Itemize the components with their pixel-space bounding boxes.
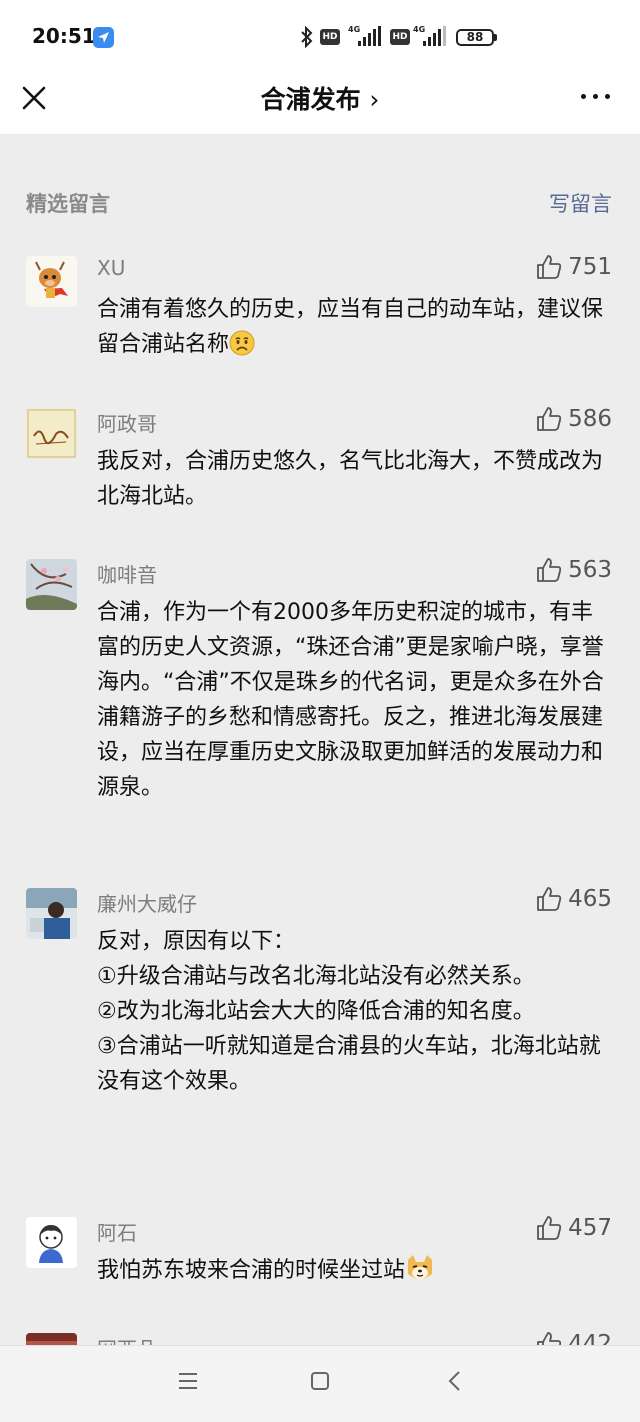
thumbs-up-icon <box>537 887 562 911</box>
avatar[interactable] <box>26 408 77 459</box>
chevron-right-icon: › <box>369 85 380 114</box>
menu-icon[interactable] <box>177 1370 199 1392</box>
comment-text: 我怕苏东坡来合浦的时候坐过站 <box>97 1253 607 1288</box>
like-count: 563 <box>568 557 612 583</box>
comment-text: 合浦有着悠久的历史，应当有自己的动车站，建议保留合浦站名称 <box>97 297 604 357</box>
thumbs-up-icon <box>537 255 562 279</box>
comment-text: 反对，原因有以下： ①升级合浦站与改名北海北站没有必然关系。 ②改为北海北站会大… <box>97 929 601 1094</box>
avatar[interactable] <box>26 888 77 939</box>
more-icon-dot-2 <box>593 94 598 99</box>
comment-text: 我反对，合浦历史悠久，名气比北海大，不赞成改为北海北站。 <box>97 449 604 509</box>
avatar[interactable] <box>26 559 77 610</box>
status-time: 20:51 <box>32 24 96 48</box>
commenter-name: 廉州大威仔 <box>97 892 197 916</box>
hd-badge-2: HD <box>390 29 410 45</box>
commenter-name: 咖啡音 <box>97 563 157 587</box>
worried-face-icon <box>229 330 255 356</box>
commenter-name: 阿石 <box>97 1221 137 1245</box>
status-bar: 20:51 HD 4G HD 4G 88 <box>0 0 640 72</box>
comment-text: 合浦，作为一个有2000多年历史积淀的城市，有丰富的历史人文资源，“珠还合浦”更… <box>97 600 604 800</box>
back-icon[interactable] <box>444 1370 466 1392</box>
thumbs-up-icon <box>537 407 562 431</box>
system-nav-bar <box>0 1345 640 1422</box>
home-icon[interactable] <box>309 1370 331 1392</box>
account-name: 合浦发布 <box>260 85 361 114</box>
like-count: 586 <box>568 406 612 432</box>
more-options-button[interactable] <box>578 82 614 110</box>
doge-icon <box>405 1254 433 1280</box>
avatar[interactable] <box>26 1217 77 1268</box>
like-count: 457 <box>568 1215 612 1241</box>
navigation-app-icon <box>93 27 114 48</box>
account-title[interactable]: 合浦发布 › <box>0 80 640 116</box>
bluetooth-icon <box>301 26 313 48</box>
more-icon-dot-1 <box>581 94 586 99</box>
avatar[interactable] <box>26 256 77 307</box>
write-comment-link[interactable]: 写留言 <box>549 188 612 218</box>
commenter-name: XU <box>97 256 126 280</box>
commenter-name: 阿政哥 <box>97 412 157 436</box>
battery-indicator: 88 <box>456 29 494 46</box>
nav-bar: 合浦发布 › <box>0 72 640 134</box>
like-count: 465 <box>568 886 612 912</box>
like-count: 751 <box>568 254 612 280</box>
featured-comments-title: 精选留言 <box>26 192 110 216</box>
more-icon-dot-3 <box>605 94 610 99</box>
thumbs-up-icon <box>537 1216 562 1240</box>
thumbs-up-icon <box>537 558 562 582</box>
battery-tip <box>494 34 497 41</box>
hd-badge-1: HD <box>320 29 340 45</box>
